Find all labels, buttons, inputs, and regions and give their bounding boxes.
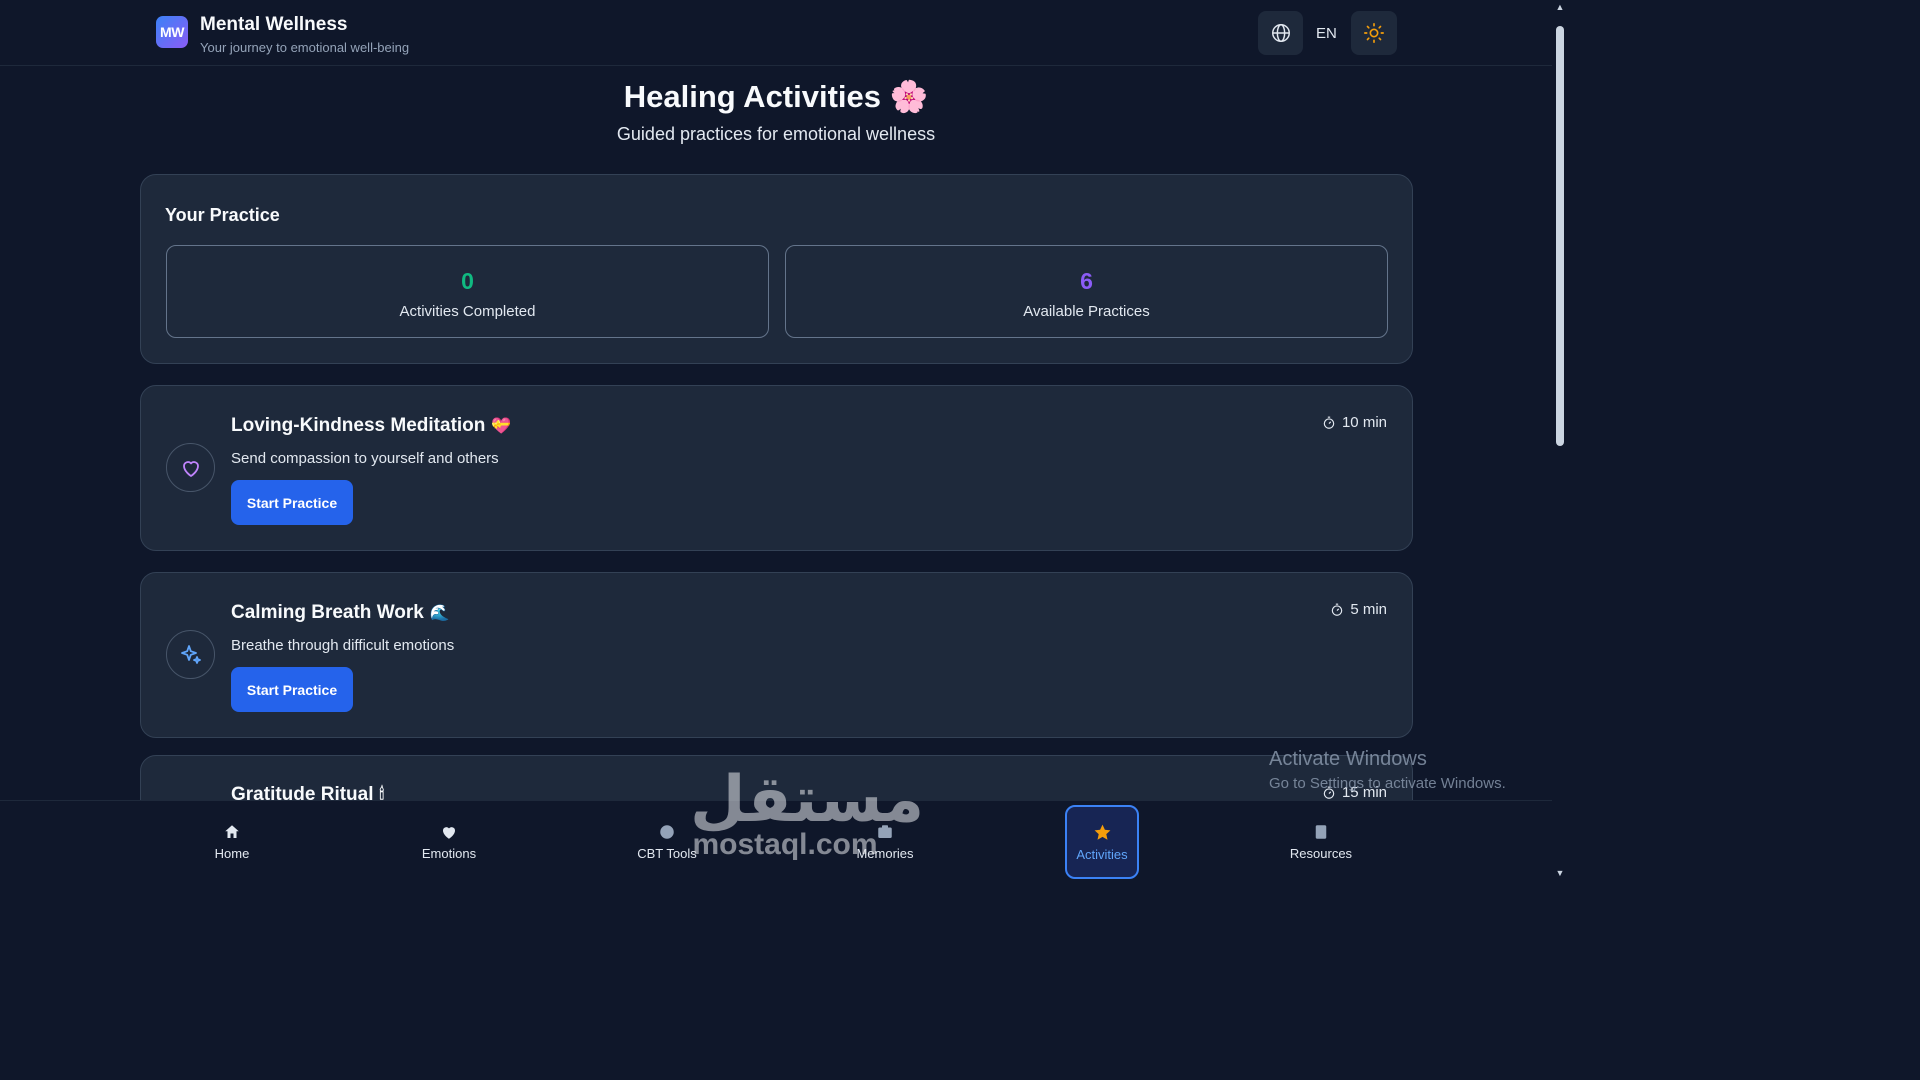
nav-label: Emotions [421,846,477,861]
brain-icon [660,825,674,839]
language-label[interactable]: EN [1316,25,1337,42]
flower-emoji-icon: 🌸 [889,79,929,114]
page-title: Healing Activities 🌸 [0,78,1552,115]
scroll-up-arrow-icon[interactable]: ▲ [1554,2,1566,12]
page-title-text: Healing Activities [623,79,882,114]
duration-text: 5 min [1350,601,1387,618]
activity-description: Breathe through difficult emotions [231,637,455,654]
sun-icon [1364,23,1384,43]
nav-item-resources[interactable]: Resources [1284,805,1358,879]
activity-title: Calming Breath Work 🌊 [231,602,450,624]
language-button[interactable] [1258,11,1303,55]
star-icon [1094,824,1110,840]
watermark-arabic: مستقل [690,763,925,837]
activity-title-text: Calming Breath Work [231,602,424,623]
sparkles-icon [180,644,201,664]
top-header: MW Mental Wellness Your journey to emoti… [0,0,1552,66]
theme-toggle-button[interactable] [1351,11,1397,55]
windows-activation-watermark: Activate Windows Go to Settings to activ… [1269,748,1506,792]
practice-title: Your Practice [165,205,280,225]
activity-icon-circle [166,443,215,492]
scroll-down-arrow-icon[interactable]: ▼ [1554,868,1566,878]
stat-value: 6 [1080,268,1093,294]
globe-icon [1271,24,1290,42]
activity-icon-circle [166,630,215,679]
nav-label: Activities [1076,846,1128,862]
app-window: MW Mental Wellness Your journey to emoti… [0,0,1568,882]
start-practice-button[interactable]: Start Practice [231,667,353,712]
start-practice-button[interactable]: Start Practice [231,480,353,525]
heart-icon [443,827,455,839]
windows-activation-subtitle: Go to Settings to activate Windows. [1269,775,1506,792]
stat-available-practices: 6 Available Practices [785,245,1388,338]
nav-label: Home [214,846,250,861]
nav-item-activities[interactable]: Activities [1065,805,1139,879]
heart-outline-icon [182,460,199,477]
book-icon [1315,825,1327,839]
stat-label: Available Practices [1023,303,1150,320]
activity-duration: 5 min [1330,601,1387,618]
activity-title: Loving-Kindness Meditation 💝 [231,415,511,437]
stat-value: 0 [461,268,474,294]
nav-item-home[interactable]: Home [195,805,269,879]
timer-icon [1323,416,1335,429]
activity-card: Calming Breath Work 🌊 Breathe through dif… [140,572,1413,738]
activity-title-text: Loving-Kindness Meditation [231,415,486,436]
home-icon [225,825,239,838]
app-logo[interactable]: MW [156,16,188,48]
stat-label: Activities Completed [399,303,536,320]
page-subtitle: Guided practices for emotional wellness [616,124,936,144]
heart-gift-emoji-icon: 💝 [491,417,512,435]
nav-label: CBT Tools [637,846,697,861]
wave-emoji-icon: 🌊 [429,604,450,622]
app-subtitle: Your journey to emotional well-being [200,40,410,55]
nav-item-emotions[interactable]: Emotions [412,805,486,879]
scrollbar-thumb[interactable] [1556,26,1564,446]
nav-label: Resources [1289,846,1353,861]
activity-card: Loving-Kindness Meditation 💝 Send compass… [140,385,1413,551]
practice-summary-card: Your Practice 0 Activities Completed 6 A… [140,174,1413,364]
activity-description: Send compassion to yourself and others [231,450,499,467]
windows-activation-title: Activate Windows [1269,748,1427,770]
timer-icon [1332,603,1343,616]
app-title: Mental Wellness [200,14,348,35]
watermark-latin: mostaql.com [692,828,878,861]
duration-text: 10 min [1341,414,1387,431]
activity-duration: 10 min [1322,414,1387,431]
stat-activities-completed: 0 Activities Completed [166,245,769,338]
site-watermark: مستقل mostaql.com [690,763,925,861]
